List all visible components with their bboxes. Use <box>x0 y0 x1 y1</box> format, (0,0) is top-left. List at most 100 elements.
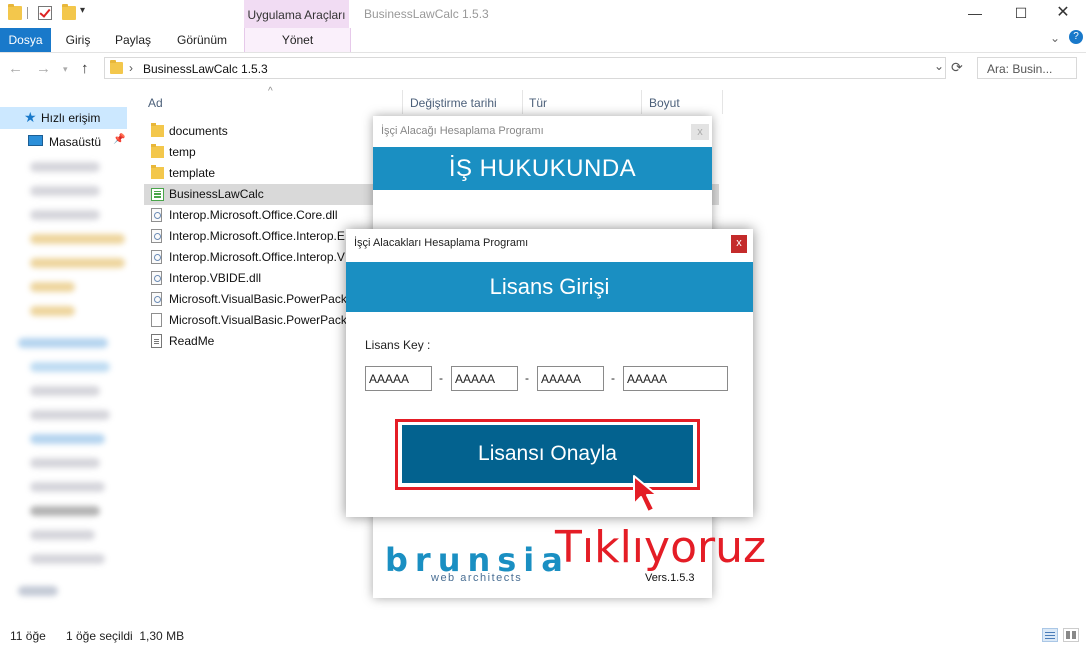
context-tab-group: Uygulama Araçları <box>244 0 349 28</box>
up-arrow-icon[interactable]: ↑ <box>81 60 89 77</box>
column-divider[interactable] <box>522 90 523 114</box>
address-path: BusinessLawCalc 1.5.3 <box>143 62 268 76</box>
recent-locations-icon[interactable]: ▾ <box>63 64 68 75</box>
file-name: Microsoft.VisualBasic.PowerPacks <box>169 313 353 327</box>
key-separator: - <box>439 371 443 385</box>
tab-share[interactable]: Paylaş <box>110 28 156 52</box>
properties-icon[interactable] <box>38 6 52 20</box>
nav-item-desktop[interactable]: Masaüstü 📌 <box>0 131 127 153</box>
redacted-nav-item <box>30 386 100 396</box>
file-name: Interop.Microsoft.Office.Interop.V <box>169 250 345 264</box>
navigation-pane: ★ Hızlı erişim Masaüstü 📌 <box>0 90 130 620</box>
redacted-nav-item <box>18 586 58 596</box>
license-key-field-1[interactable] <box>365 366 432 391</box>
redacted-nav-item <box>30 434 105 444</box>
maximize-icon[interactable]: ☐ <box>998 0 1044 28</box>
license-key-field-4[interactable] <box>623 366 728 391</box>
search-input[interactable]: Ara: Busin... <box>977 57 1077 79</box>
dll-icon <box>151 292 162 306</box>
breadcrumb-chevron-icon[interactable]: › <box>129 61 133 75</box>
dll-icon <box>151 250 162 264</box>
redacted-nav-item <box>30 258 125 268</box>
redacted-nav-item <box>18 338 108 348</box>
redacted-nav-item <box>30 186 100 196</box>
column-divider[interactable] <box>641 90 642 114</box>
redacted-nav-item <box>30 234 125 244</box>
star-icon: ★ <box>24 109 37 125</box>
column-divider[interactable] <box>402 90 403 114</box>
tab-view[interactable]: Görünüm <box>170 28 234 52</box>
folder-icon <box>151 144 164 158</box>
redacted-nav-item <box>30 530 95 540</box>
file-name: BusinessLawCalc <box>169 187 264 201</box>
redacted-nav-item <box>30 210 100 220</box>
column-divider[interactable] <box>722 90 723 114</box>
file-name: ReadMe <box>169 334 215 348</box>
redacted-nav-item <box>30 458 100 468</box>
minimize-icon[interactable]: — <box>952 0 998 28</box>
forward-arrow-icon[interactable]: → <box>36 60 51 77</box>
tab-file[interactable]: Dosya <box>0 28 51 52</box>
license-banner: Lisans Girişi <box>346 262 753 312</box>
folder-icon <box>151 123 164 137</box>
tab-manage[interactable]: Yönet <box>244 28 351 52</box>
pin-icon[interactable]: 📌 <box>113 134 125 145</box>
status-bar: 11 öğe 1 öğe seçildi 1,30 MB <box>0 626 1086 645</box>
file-name: template <box>169 166 216 180</box>
dll-icon <box>151 208 162 222</box>
license-dialog-title: İşçi Alacakları Hesaplama Programı <box>354 237 529 249</box>
ribbon-expand-icon[interactable]: ⌄ <box>1050 31 1060 45</box>
redacted-nav-item <box>30 306 75 316</box>
nav-label-quick-access: Hızlı erişim <box>41 111 101 125</box>
ribbon-tabs: Dosya Giriş Paylaş Görünüm Yönet ⌄ ? <box>0 28 1086 53</box>
folder-icon <box>110 60 123 74</box>
address-row: ← → ▾ ↑ › BusinessLawCalc 1.5.3 ⌄ ⟳ Ara:… <box>0 57 1086 83</box>
details-view-icon[interactable] <box>1042 628 1058 642</box>
back-arrow-icon[interactable]: ← <box>8 60 23 77</box>
column-header-date[interactable]: Değiştirme tarihi <box>410 96 497 110</box>
document-icon <box>151 313 162 327</box>
license-key-label: Lisans Key : <box>365 338 431 352</box>
file-name: Interop.VBIDE.dll <box>169 271 262 285</box>
redacted-nav-item <box>30 554 105 564</box>
license-key-field-2[interactable] <box>451 366 518 391</box>
folder-icon[interactable] <box>8 4 22 20</box>
file-name: Interop.Microsoft.Office.Core.dll <box>169 208 338 222</box>
key-separator: - <box>611 371 615 385</box>
app-close-button[interactable]: x <box>691 124 709 140</box>
text-file-icon <box>151 334 162 348</box>
refresh-icon[interactable]: ⟳ <box>951 59 963 76</box>
redacted-nav-item <box>30 282 75 292</box>
item-count: 11 öğe <box>10 629 46 643</box>
close-icon[interactable]: ✕ <box>1040 0 1086 28</box>
new-folder-icon[interactable] <box>62 4 76 20</box>
toolbar-divider <box>27 7 28 19</box>
column-header-name[interactable]: Ad <box>148 96 163 110</box>
application-icon <box>151 188 164 201</box>
window-titlebar: ▾ Uygulama Araçları BusinessLawCalc 1.5.… <box>0 0 1086 28</box>
redacted-nav-item <box>30 506 100 516</box>
address-bar[interactable]: › BusinessLawCalc 1.5.3 <box>104 57 946 79</box>
app-banner: İŞ HUKUKUNDA HESAPLAMA <box>373 147 712 226</box>
selection-info: 1 öğe seçildi 1,30 MB <box>66 629 185 643</box>
sort-ascending-icon: ^ <box>268 86 273 97</box>
column-header-size[interactable]: Boyut <box>649 96 680 110</box>
file-name: documents <box>169 124 228 138</box>
license-key-field-3[interactable] <box>537 366 604 391</box>
redacted-nav-item <box>30 410 110 420</box>
license-dialog: İşçi Alacakları Hesaplama Programı x Lis… <box>346 229 753 517</box>
file-name: temp <box>169 145 196 159</box>
tab-home[interactable]: Giriş <box>58 28 98 52</box>
key-separator: - <box>525 371 529 385</box>
customize-quick-access-icon[interactable]: ▾ <box>80 5 85 16</box>
file-name: Interop.Microsoft.Office.Interop.E <box>169 229 345 243</box>
redacted-nav-item <box>30 482 105 492</box>
nav-item-quick-access[interactable]: ★ Hızlı erişim <box>0 107 127 129</box>
address-dropdown-icon[interactable]: ⌄ <box>934 59 944 73</box>
column-header-type[interactable]: Tür <box>529 96 547 110</box>
license-close-button[interactable]: x <box>731 235 747 253</box>
nav-label-desktop: Masaüstü <box>49 135 102 149</box>
help-icon[interactable]: ? <box>1069 30 1083 44</box>
version-label: Vers.1.5.3 <box>645 572 695 584</box>
large-icons-view-icon[interactable] <box>1063 628 1079 642</box>
